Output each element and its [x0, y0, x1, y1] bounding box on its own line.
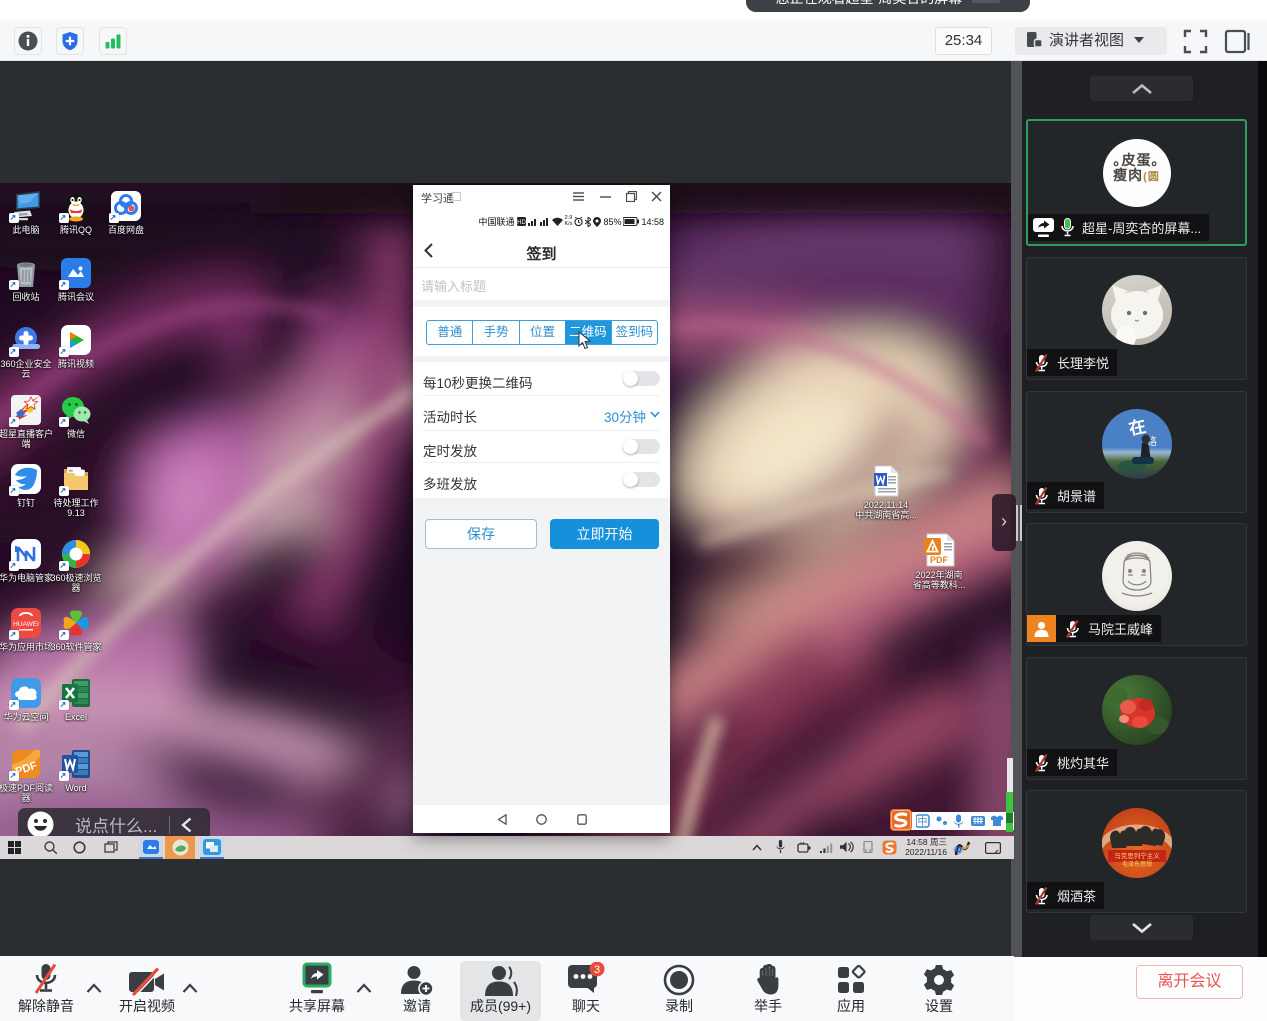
svg-text:3: 3: [594, 964, 600, 976]
svg-text:毛泽东思想: 毛泽东思想: [1121, 860, 1151, 868]
svg-text:马克思列宁主义: 马克思列宁主义: [1114, 851, 1160, 860]
svg-text:HD: HD: [517, 220, 526, 226]
svg-text:HUAWEI: HUAWEI: [13, 621, 39, 628]
svg-text:中: 中: [918, 815, 928, 828]
svg-text:PDF: PDF: [930, 555, 949, 565]
